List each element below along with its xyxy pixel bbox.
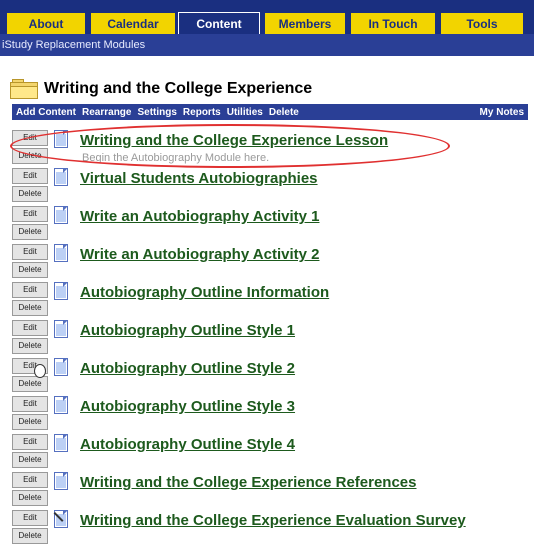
edit-button[interactable]: Edit: [12, 282, 48, 298]
delete-button[interactable]: Delete: [12, 490, 48, 506]
document-icon: [54, 320, 70, 340]
item-title-link[interactable]: Writing and the College Experience Evalu…: [80, 512, 466, 529]
page-header: Writing and the College Experience: [10, 78, 312, 100]
item-buttons: Edit Delete: [12, 244, 48, 280]
item-buttons: Edit Delete: [12, 472, 48, 508]
document-icon: [54, 282, 70, 302]
item-title-link[interactable]: Virtual Students Autobiographies: [80, 170, 318, 187]
item-title-link[interactable]: Autobiography Outline Style 2: [80, 360, 295, 377]
course-name-bar: iStudy Replacement Modules: [0, 34, 534, 56]
item-title-link[interactable]: Autobiography Outline Information: [80, 284, 329, 301]
edit-button[interactable]: Edit: [12, 472, 48, 488]
item-description: Begin the Autobiography Module here.: [82, 152, 270, 164]
survey-icon: [53, 510, 70, 530]
item-buttons: Edit Delete: [12, 320, 48, 356]
item-title-link[interactable]: Autobiography Outline Style 4: [80, 436, 295, 453]
item-buttons: Edit Delete: [12, 396, 48, 432]
item-buttons: Edit Delete: [12, 434, 48, 470]
tab-tools[interactable]: Tools: [440, 12, 524, 34]
document-icon: [54, 472, 70, 492]
page-title: Writing and the College Experience: [44, 80, 313, 97]
mouse-cursor-icon: [34, 364, 46, 378]
item-buttons: Edit Delete: [12, 206, 48, 242]
tab-calendar[interactable]: Calendar: [90, 12, 176, 34]
folder-icon: [10, 79, 38, 99]
delete-button[interactable]: Delete: [12, 338, 48, 354]
tab-about[interactable]: About: [6, 12, 86, 34]
delete-button[interactable]: Delete: [12, 452, 48, 468]
top-navigation: About Calendar Content Members In Touch …: [0, 0, 534, 34]
item-buttons: Edit Delete: [12, 168, 48, 204]
document-icon: [54, 130, 70, 150]
document-icon: [54, 168, 70, 188]
delete-button[interactable]: Delete: [12, 528, 48, 544]
tab-members[interactable]: Members: [264, 12, 346, 34]
rearrange-link[interactable]: Rearrange: [82, 107, 131, 118]
edit-button[interactable]: Edit: [12, 244, 48, 260]
delete-button[interactable]: Delete: [12, 376, 48, 392]
delete-button[interactable]: Delete: [12, 300, 48, 316]
item-buttons: Edit Delete: [12, 130, 48, 166]
edit-button[interactable]: Edit: [12, 168, 48, 184]
document-icon: [54, 206, 70, 226]
delete-link[interactable]: Delete: [269, 107, 299, 118]
item-title-link[interactable]: Autobiography Outline Style 1: [80, 322, 295, 339]
tab-content[interactable]: Content: [178, 12, 260, 34]
delete-button[interactable]: Delete: [12, 186, 48, 202]
document-icon: [54, 396, 70, 416]
edit-button[interactable]: Edit: [12, 320, 48, 336]
action-bar: Add Content Rearrange Settings Reports U…: [12, 104, 528, 120]
reports-link[interactable]: Reports: [183, 107, 221, 118]
edit-button[interactable]: Edit: [12, 396, 48, 412]
my-notes-link[interactable]: My Notes: [480, 107, 524, 118]
utilities-link[interactable]: Utilities: [227, 107, 263, 118]
item-title-link[interactable]: Writing and the College Experience Lesso…: [80, 132, 388, 149]
settings-link[interactable]: Settings: [137, 107, 176, 118]
delete-button[interactable]: Delete: [12, 414, 48, 430]
item-title-link[interactable]: Write an Autobiography Activity 1: [80, 208, 319, 225]
tab-in-touch[interactable]: In Touch: [350, 12, 436, 34]
edit-button[interactable]: Edit: [12, 434, 48, 450]
delete-button[interactable]: Delete: [12, 224, 48, 240]
item-buttons: Edit Delete: [12, 510, 48, 546]
document-icon: [54, 244, 70, 264]
edit-button[interactable]: Edit: [12, 130, 48, 146]
document-icon: [54, 434, 70, 454]
delete-button[interactable]: Delete: [12, 148, 48, 164]
item-title-link[interactable]: Write an Autobiography Activity 2: [80, 246, 319, 263]
item-title-link[interactable]: Writing and the College Experience Refer…: [80, 474, 417, 491]
item-title-link[interactable]: Autobiography Outline Style 3: [80, 398, 295, 415]
edit-button[interactable]: Edit: [12, 510, 48, 526]
edit-button[interactable]: Edit: [12, 206, 48, 222]
document-icon: [54, 358, 70, 378]
item-buttons: Edit Delete: [12, 282, 48, 318]
delete-button[interactable]: Delete: [12, 262, 48, 278]
add-content-link[interactable]: Add Content: [16, 107, 76, 118]
